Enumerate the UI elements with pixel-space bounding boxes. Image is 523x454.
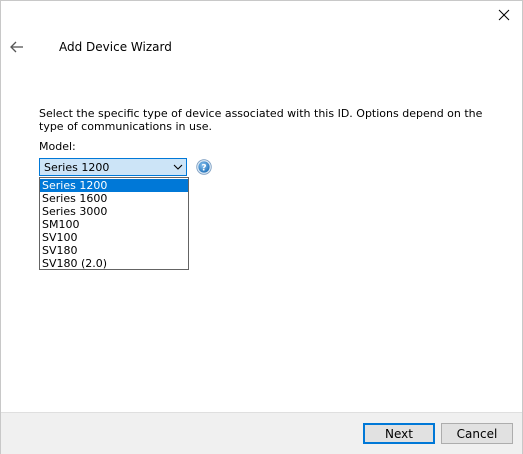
dropdown-option[interactable]: SV180 — [40, 244, 188, 257]
dropdown-option[interactable]: Series 1600 — [40, 192, 188, 205]
cancel-button[interactable]: Cancel — [441, 423, 513, 444]
wizard-title: Add Device Wizard — [59, 40, 172, 54]
help-button[interactable]: ? — [196, 159, 212, 175]
close-button[interactable] — [494, 5, 514, 25]
model-select[interactable]: Series 1200 — [39, 158, 187, 176]
chevron-down-icon — [173, 164, 183, 170]
dropdown-option[interactable]: SM100 — [40, 218, 188, 231]
model-label: Model: — [39, 140, 76, 153]
dropdown-option[interactable]: SV100 — [40, 231, 188, 244]
wizard-window: Add Device Wizard Select the specific ty… — [0, 0, 523, 454]
arrow-left-icon — [10, 41, 23, 53]
close-icon — [498, 9, 510, 21]
dropdown-option[interactable]: SV180 (2.0) — [40, 257, 188, 270]
back-button[interactable] — [7, 37, 27, 57]
instructions-text: Select the specific type of device assoc… — [39, 107, 483, 133]
model-select-value: Series 1200 — [44, 161, 110, 174]
dropdown-option[interactable]: Series 3000 — [40, 205, 188, 218]
next-button[interactable]: Next — [363, 423, 435, 444]
dropdown-option[interactable]: Series 1200 — [40, 179, 188, 192]
footer-bar: Next Cancel — [1, 412, 522, 454]
help-icon: ? — [196, 159, 212, 175]
svg-text:?: ? — [201, 163, 206, 173]
model-dropdown-list: Series 1200 Series 1600 Series 3000 SM10… — [39, 177, 189, 270]
